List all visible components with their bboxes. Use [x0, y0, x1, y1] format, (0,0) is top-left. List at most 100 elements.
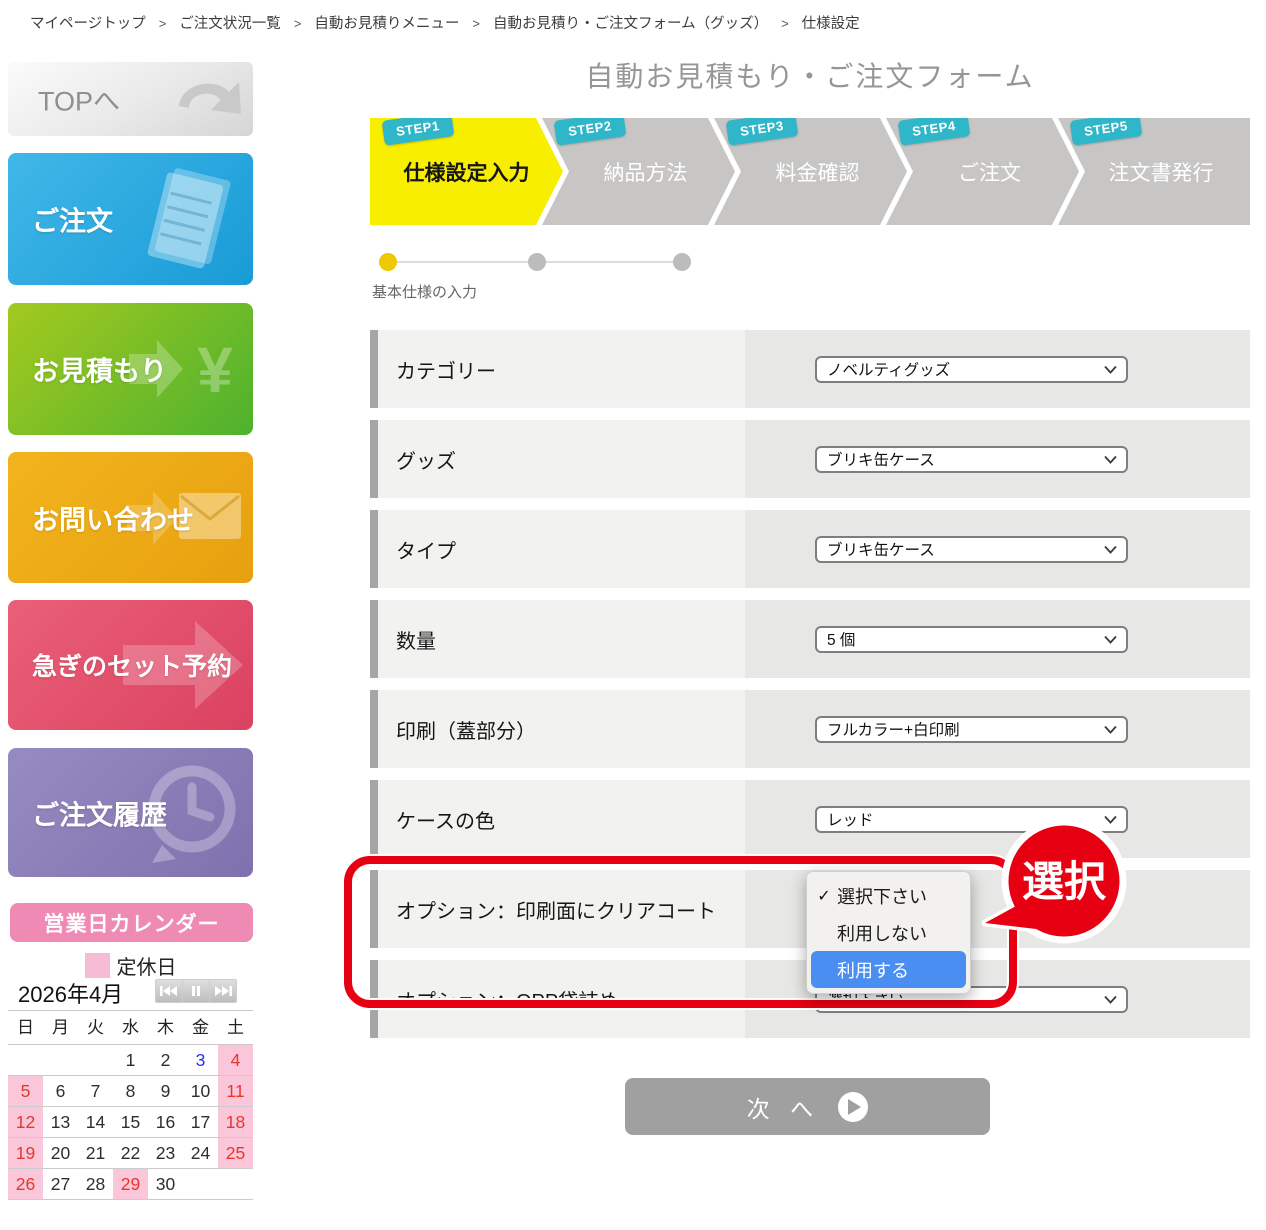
select-value: ブリキ缶ケース [827, 538, 935, 560]
calendar-day [78, 1045, 113, 1076]
play-circle-icon [838, 1092, 868, 1122]
form-row-type: タイプ ブリキ缶ケース [370, 510, 1250, 588]
step-indicator: STEP1 仕様設定入力 STEP2 納品方法 STEP3 料金確認 STEP4… [370, 118, 1250, 225]
row-accent-bar [370, 510, 378, 588]
case-color-select[interactable]: レッド [815, 806, 1128, 833]
next-button[interactable]: 次 へ [625, 1078, 990, 1135]
menu-item-label: 利用する [837, 957, 909, 983]
holiday-color-swatch [85, 953, 110, 978]
breadcrumb-separator: > [159, 16, 167, 31]
calendar-day [183, 1169, 218, 1200]
breadcrumb-item-mypage[interactable]: マイページトップ [30, 12, 146, 33]
row-accent-bar [370, 330, 378, 408]
calendar-day: 5 [8, 1076, 43, 1107]
menu-item-use[interactable]: 利用する [811, 951, 966, 988]
calendar-day-headers: 日月火水木金土 [8, 1010, 253, 1045]
form-row-category: カテゴリー ノベルティグッズ [370, 330, 1250, 408]
calendar-day: 8 [113, 1076, 148, 1107]
sidebar-item-order-history[interactable]: ご注文履歴 [8, 748, 253, 877]
calendar-day: 16 [148, 1107, 183, 1138]
sidebar-item-label: ご注文 [32, 200, 113, 239]
calendar-day: 19 [8, 1138, 43, 1169]
chevron-down-icon [1104, 455, 1117, 464]
chevron-down-icon [1104, 815, 1117, 824]
pause-button[interactable] [183, 980, 210, 1002]
chevron-down-icon [1104, 635, 1117, 644]
chevron-down-icon [1104, 725, 1117, 734]
sidebar-item-order[interactable]: ご注文 [8, 153, 253, 285]
clearcoat-dropdown-menu: ✓ 選択下さい 利用しない 利用する [806, 871, 971, 994]
breadcrumb: マイページトップ > ご注文状況一覧 > 自動お見積りメニュー > 自動お見積り… [30, 12, 860, 33]
calendar-day-header: 木 [148, 1011, 183, 1045]
print-select[interactable]: フルカラー+白印刷 [815, 716, 1128, 743]
step-4-order: STEP4 ご注文 [886, 118, 1079, 225]
chevron-down-icon [1104, 545, 1117, 554]
step-label: 納品方法 [542, 118, 735, 225]
next-month-icon [214, 985, 232, 997]
calendar-day [43, 1045, 78, 1076]
row-accent-bar [370, 870, 378, 948]
breadcrumb-item-order-status[interactable]: ご注文状況一覧 [179, 12, 281, 33]
field-label: タイプ [396, 535, 456, 564]
field-label: 数量 [396, 625, 436, 654]
back-arrow-icon [167, 66, 247, 132]
row-accent-bar [370, 690, 378, 768]
calendar-month-label: 2026年4月 [18, 977, 123, 1009]
calendar-day-header: 日 [8, 1011, 43, 1045]
next-button-label: 次 へ [747, 1090, 820, 1124]
holiday-legend-label: 定休日 [117, 951, 177, 980]
quantity-select[interactable]: 5 個 [815, 626, 1128, 653]
field-label: 印刷（蓋部分） [396, 715, 536, 744]
row-accent-bar [370, 960, 378, 1038]
pause-icon [191, 985, 201, 997]
calendar-day: 1 [113, 1045, 148, 1076]
document-icon [137, 159, 247, 279]
calendar-day: 26 [8, 1169, 43, 1200]
calendar-day [218, 1169, 253, 1200]
breadcrumb-item-spec-settings: 仕様設定 [802, 12, 860, 33]
step-5-order-sheet: STEP5 注文書発行 [1058, 118, 1250, 225]
goods-select[interactable]: ブリキ缶ケース [815, 446, 1128, 473]
svg-text:¥: ¥ [197, 334, 233, 406]
calendar-day: 24 [183, 1138, 218, 1169]
breadcrumb-separator: > [781, 16, 789, 31]
type-select[interactable]: ブリキ缶ケース [815, 536, 1128, 563]
menu-item-do-not-use[interactable]: 利用しない [811, 914, 966, 951]
calendar-day: 28 [78, 1169, 113, 1200]
progress-step-label: 基本仕様の入力 [372, 281, 477, 302]
select-value: レッド [827, 808, 874, 830]
calendar-day-header: 火 [78, 1011, 113, 1045]
breadcrumb-item-quote-menu[interactable]: 自動お見積りメニュー [314, 12, 459, 33]
calendar-day-header: 金 [183, 1011, 218, 1045]
page: マイページトップ > ご注文状況一覧 > 自動お見積りメニュー > 自動お見積り… [0, 0, 1266, 1230]
step-label: 注文書発行 [1058, 118, 1250, 225]
sidebar-item-label: 急ぎのセット予約 [32, 647, 232, 683]
menu-item-label: 選択下さい [837, 883, 927, 909]
menu-item-please-select[interactable]: ✓ 選択下さい [811, 877, 966, 914]
calendar-day-header: 土 [218, 1011, 253, 1045]
breadcrumb-separator: > [294, 16, 302, 31]
step-label: 仕様設定入力 [370, 118, 563, 225]
calendar-day: 2 [148, 1045, 183, 1076]
field-label: グッズ [396, 445, 456, 474]
calendar-day: 6 [43, 1076, 78, 1107]
calendar-day-header: 月 [43, 1011, 78, 1045]
sidebar-item-quote[interactable]: お見積もり ¥ [8, 303, 253, 435]
next-month-button[interactable] [210, 980, 236, 1002]
prev-month-button[interactable] [156, 980, 183, 1002]
sidebar-item-rush-reservation[interactable]: 急ぎのセット予約 [8, 600, 253, 730]
sidebar-item-label: ご注文履歴 [32, 793, 167, 832]
sidebar-item-contact[interactable]: お問い合わせ [8, 452, 253, 583]
calendar-day: 13 [43, 1107, 78, 1138]
breadcrumb-item-order-form[interactable]: 自動お見積り・ご注文フォーム（グッズ） [493, 12, 768, 33]
sidebar-top-button[interactable]: TOPへ [8, 62, 253, 136]
calendar-day [8, 1045, 43, 1076]
category-select[interactable]: ノベルティグッズ [815, 356, 1128, 383]
calendar-day: 14 [78, 1107, 113, 1138]
step-2-delivery: STEP2 納品方法 [542, 118, 735, 225]
step-label: ご注文 [886, 118, 1079, 225]
menu-item-label: 利用しない [837, 920, 927, 946]
calendar-day: 7 [78, 1076, 113, 1107]
business-calendar-button[interactable]: 営業日カレンダー [10, 903, 253, 942]
page-title: 自動お見積もり・ご注文フォーム [370, 55, 1250, 95]
